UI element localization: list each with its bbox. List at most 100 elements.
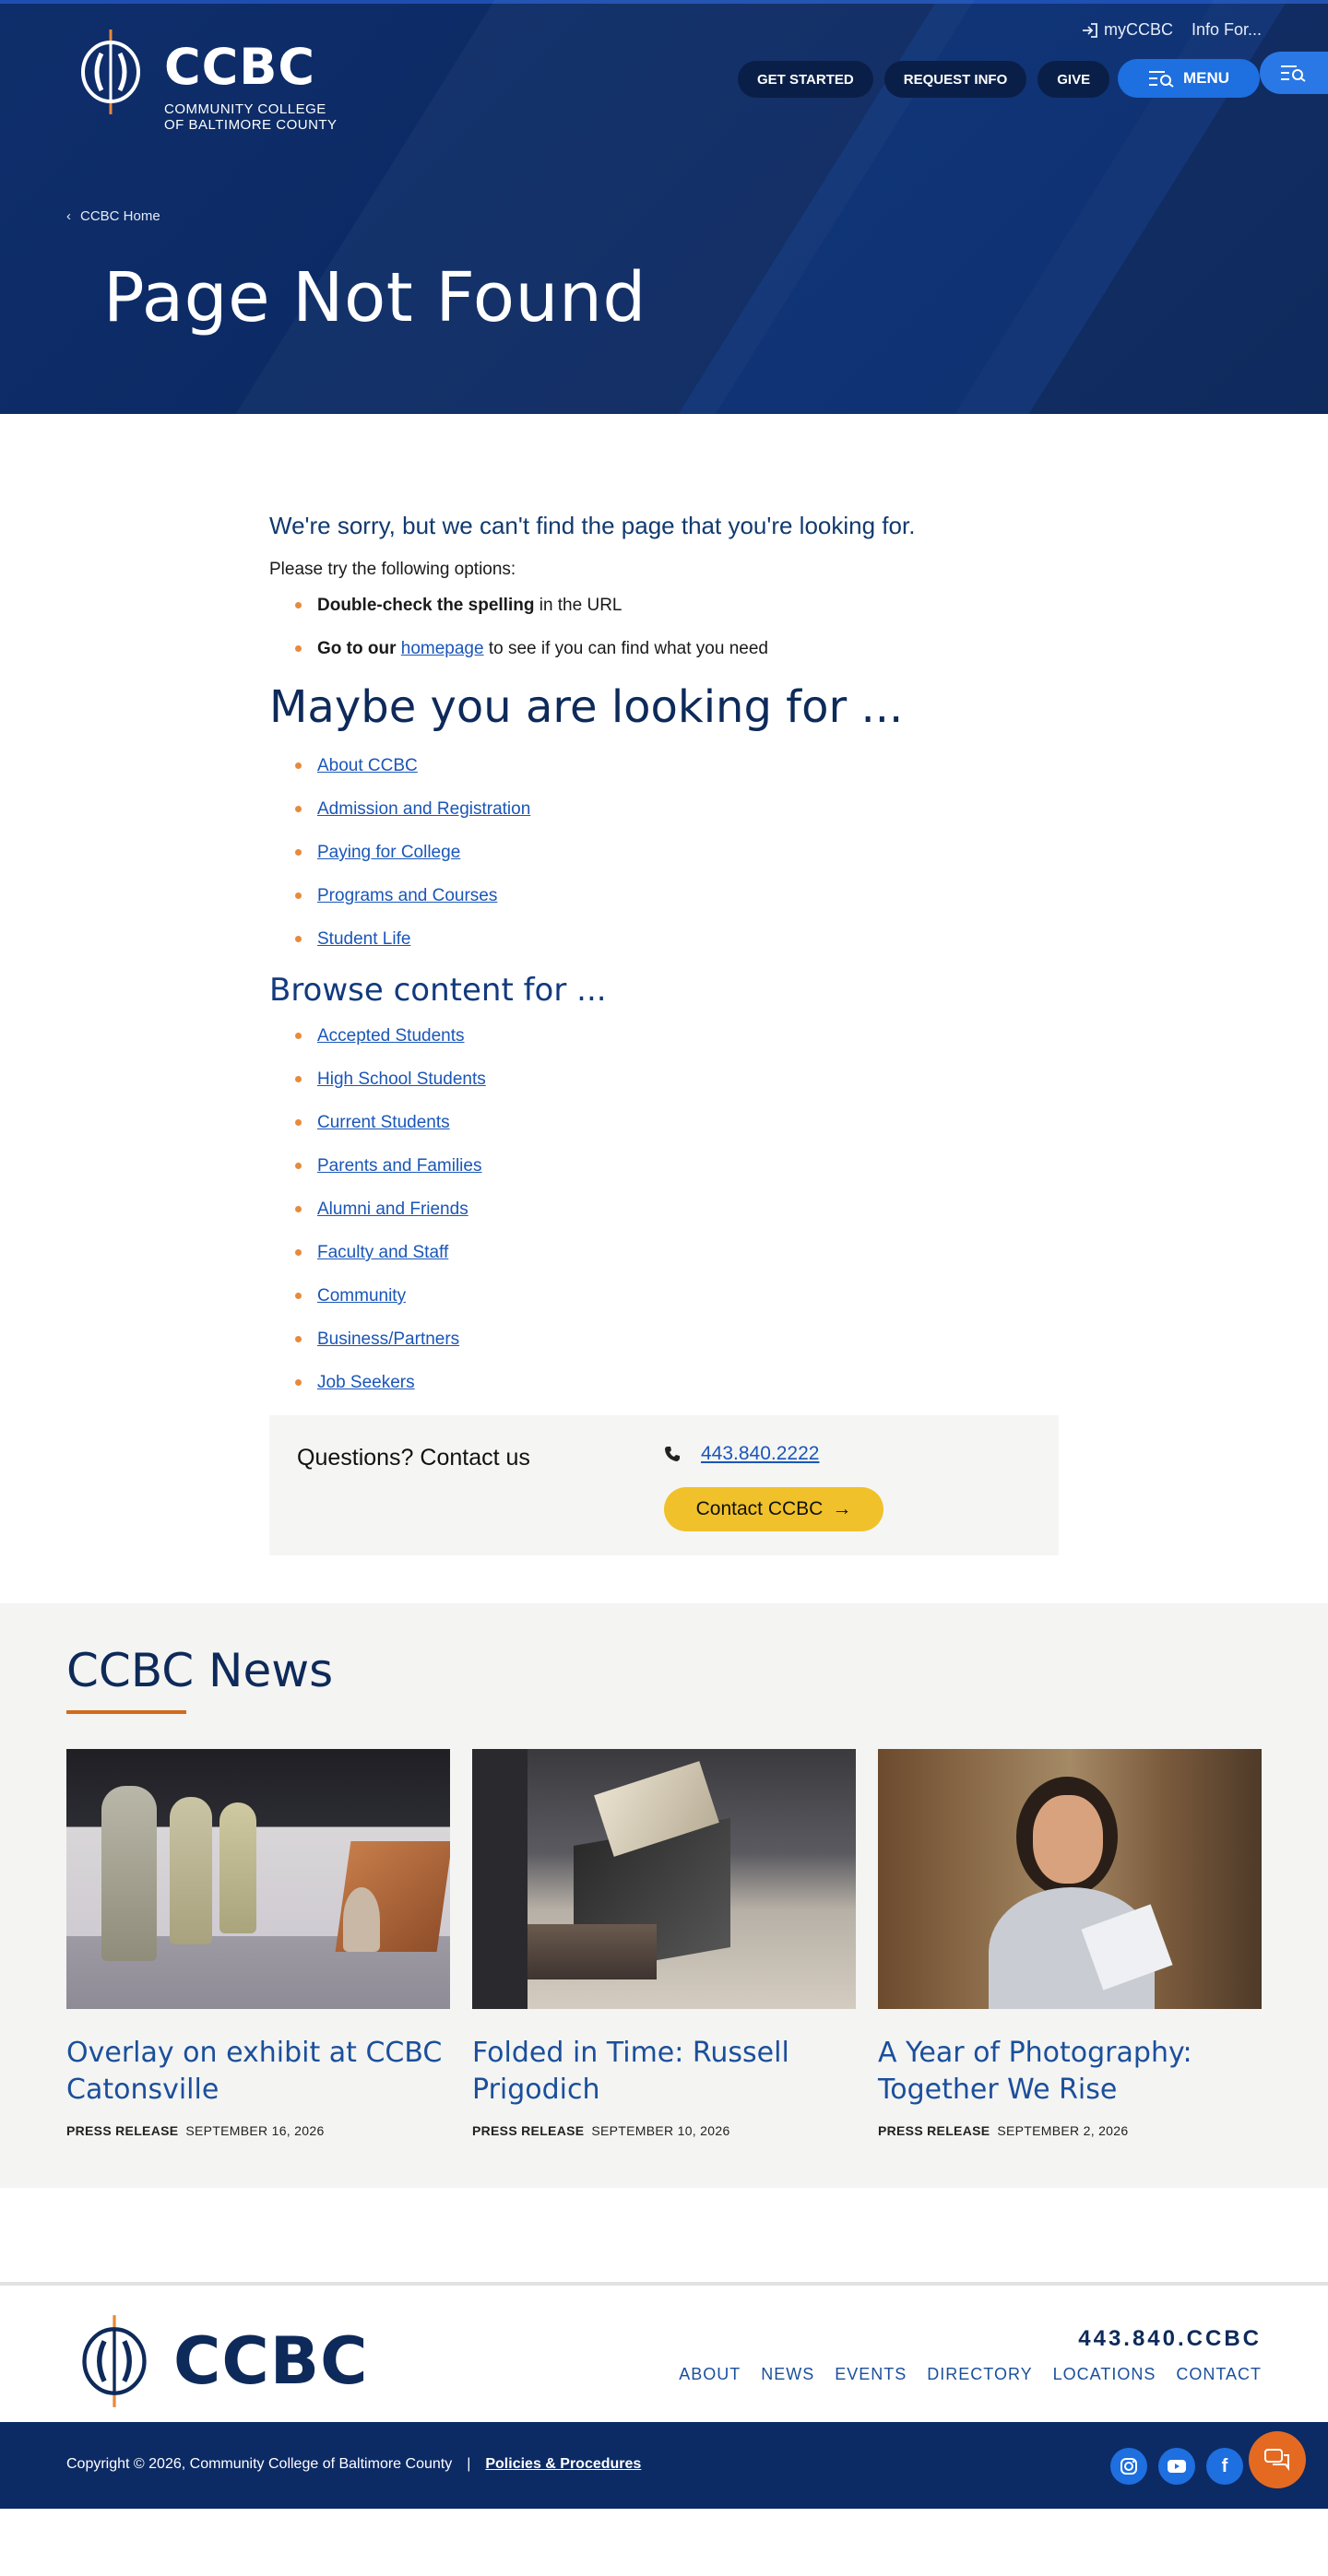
give-button[interactable]: GIVE bbox=[1038, 61, 1110, 98]
contact-phone-link[interactable]: 443.840.2222 bbox=[701, 1443, 819, 1465]
link-faculty-staff[interactable]: Faculty and Staff bbox=[317, 1243, 448, 1262]
list-item: Current Students bbox=[269, 1112, 1059, 1133]
chevron-left-icon: ‹ bbox=[66, 208, 71, 224]
get-started-button[interactable]: GET STARTED bbox=[738, 61, 873, 98]
link-about-ccbc[interactable]: About CCBC bbox=[317, 756, 418, 775]
news-image-student bbox=[878, 1749, 1262, 2009]
news-date: SEPTEMBER 16, 2026 bbox=[185, 2123, 325, 2138]
ccbc-logo-mark-icon bbox=[82, 2315, 147, 2407]
link-accepted-students[interactable]: Accepted Students bbox=[317, 1026, 465, 1046]
news-card[interactable]: A Year of Photography: Together We Rise … bbox=[878, 1749, 1262, 2138]
footer-logo-link[interactable]: CCBC bbox=[66, 2313, 368, 2409]
list-item: Alumni and Friends bbox=[269, 1199, 1059, 1220]
footer-link-news[interactable]: NEWS bbox=[761, 2365, 814, 2384]
menu-search-icon bbox=[1281, 65, 1306, 82]
logo-wordmark: CCBC bbox=[164, 38, 316, 96]
phone-icon bbox=[665, 1447, 680, 1461]
option-text: to see if you can find what you need bbox=[483, 639, 768, 658]
link-job-seekers[interactable]: Job Seekers bbox=[317, 1373, 415, 1392]
contact-phone: 443.840.2222 bbox=[664, 1443, 819, 1465]
option-text: in the URL bbox=[534, 596, 622, 615]
news-meta: PRESS RELEASE SEPTEMBER 10, 2026 bbox=[472, 2123, 856, 2138]
link-alumni-friends[interactable]: Alumni and Friends bbox=[317, 1199, 468, 1219]
footer-link-directory[interactable]: DIRECTORY bbox=[927, 2365, 1032, 2384]
footer-logo-wordmark: CCBC bbox=[173, 2323, 369, 2399]
sign-in-icon bbox=[1082, 22, 1097, 38]
menu-search-icon bbox=[1148, 71, 1174, 88]
link-admission-registration[interactable]: Admission and Registration bbox=[317, 799, 530, 819]
news-title: A Year of Photography: Together We Rise bbox=[878, 2037, 1192, 2106]
option-bold-text: Go to our bbox=[317, 639, 401, 658]
my-ccbc-link[interactable]: myCCBC bbox=[1082, 20, 1173, 40]
list-item: About CCBC bbox=[269, 755, 1059, 776]
link-parents-families[interactable]: Parents and Families bbox=[317, 1156, 481, 1176]
info-for-link[interactable]: Info For... bbox=[1192, 20, 1262, 40]
list-item: Student Life bbox=[269, 928, 1059, 950]
copyright-text: Copyright © 2026, Community College of B… bbox=[66, 2456, 453, 2472]
footer-link-events[interactable]: EVENTS bbox=[835, 2365, 907, 2384]
maybe-links-list: About CCBC Admission and Registration Pa… bbox=[269, 755, 1059, 950]
news-meta: PRESS RELEASE SEPTEMBER 16, 2026 bbox=[66, 2123, 450, 2138]
list-item: Job Seekers bbox=[269, 1372, 1059, 1393]
link-student-life[interactable]: Student Life bbox=[317, 929, 410, 949]
menu-label: MENU bbox=[1182, 69, 1230, 87]
homepage-link[interactable]: homepage bbox=[401, 639, 484, 658]
logo-subtitle-line2: OF BALTIMORE COUNTY bbox=[164, 117, 338, 133]
news-card[interactable]: Overlay on exhibit at CCBC Catonsville P… bbox=[66, 1749, 450, 2138]
maybe-looking-heading: Maybe you are looking for ... bbox=[269, 681, 904, 733]
facebook-icon[interactable]: f bbox=[1206, 2448, 1243, 2485]
footer-phone-link[interactable]: 443.840.CCBC bbox=[1078, 2326, 1262, 2352]
option-bold-text: Double-check the spelling bbox=[317, 596, 535, 615]
link-high-school-students[interactable]: High School Students bbox=[317, 1069, 486, 1089]
browse-links-list: Accepted Students High School Students C… bbox=[269, 1025, 1059, 1393]
breadcrumb-label: CCBC Home bbox=[80, 208, 160, 224]
browse-content-heading: Browse content for ... bbox=[269, 972, 607, 1009]
link-business-partners[interactable]: Business/Partners bbox=[317, 1329, 459, 1349]
my-ccbc-label: myCCBC bbox=[1103, 20, 1173, 39]
page-title: Page Not Found bbox=[103, 258, 646, 337]
contact-box: Questions? Contact us 443.840.2222 Conta… bbox=[269, 1415, 1059, 1555]
list-item: Parents and Families bbox=[269, 1155, 1059, 1176]
chat-button[interactable] bbox=[1249, 2431, 1306, 2488]
error-lead-text: We're sorry, but we can't find the page … bbox=[269, 512, 916, 539]
contact-ccbc-button[interactable]: Contact CCBC → bbox=[664, 1487, 883, 1531]
link-programs-courses[interactable]: Programs and Courses bbox=[317, 886, 497, 905]
logo-subtitle-line1: COMMUNITY COLLEGE bbox=[164, 101, 326, 117]
try-options-text: Please try the following options: bbox=[269, 560, 516, 579]
footer-link-contact[interactable]: CONTACT bbox=[1176, 2365, 1262, 2384]
contact-button-label: Contact CCBC bbox=[695, 1498, 824, 1519]
footer-link-locations[interactable]: LOCATIONS bbox=[1053, 2365, 1156, 2384]
breadcrumb-ccbc-home[interactable]: ‹ CCBC Home bbox=[66, 208, 160, 224]
link-current-students[interactable]: Current Students bbox=[317, 1113, 450, 1132]
header-action-buttons: GET STARTED REQUEST INFO GIVE bbox=[738, 61, 1110, 98]
news-heading: CCBC News bbox=[66, 1644, 334, 1697]
search-menu-tab[interactable] bbox=[1260, 52, 1328, 94]
list-item: Business/Partners bbox=[269, 1329, 1059, 1350]
youtube-icon[interactable] bbox=[1158, 2448, 1195, 2485]
footer-top: CCBC 443.840.CCBC ABOUT NEWS EVENTS DIRE… bbox=[0, 2282, 1328, 2422]
news-title: Overlay on exhibit at CCBC Catonsville bbox=[66, 2037, 443, 2106]
list-item: Faculty and Staff bbox=[269, 1242, 1059, 1263]
news-title: Folded in Time: Russell Prigodich bbox=[472, 2037, 789, 2106]
contact-title: Questions? Contact us bbox=[297, 1445, 530, 1471]
list-item: Community bbox=[269, 1285, 1059, 1306]
news-date: SEPTEMBER 2, 2026 bbox=[997, 2123, 1129, 2138]
link-community[interactable]: Community bbox=[317, 1286, 406, 1306]
main-content: We're sorry, but we can't find the page … bbox=[269, 414, 1059, 1555]
list-item: Go to our homepage to see if you can fin… bbox=[269, 638, 1059, 659]
footer-bottom: Copyright © 2026, Community College of B… bbox=[0, 2422, 1328, 2509]
policies-procedures-link[interactable]: Policies & Procedures bbox=[485, 2456, 641, 2473]
instagram-icon[interactable] bbox=[1110, 2448, 1147, 2485]
social-links: f bbox=[1110, 2448, 1243, 2485]
menu-button[interactable]: MENU bbox=[1118, 59, 1260, 98]
news-type: PRESS RELEASE bbox=[878, 2123, 990, 2138]
list-item: High School Students bbox=[269, 1069, 1059, 1090]
footer-link-about[interactable]: ABOUT bbox=[679, 2365, 741, 2384]
news-card[interactable]: Folded in Time: Russell Prigodich PRESS … bbox=[472, 1749, 856, 2138]
link-paying-for-college[interactable]: Paying for College bbox=[317, 843, 460, 862]
news-meta: PRESS RELEASE SEPTEMBER 2, 2026 bbox=[878, 2123, 1262, 2138]
list-item: Admission and Registration bbox=[269, 798, 1059, 820]
ccbc-logo-link[interactable]: CCBC COMMUNITY COLLEGE OF BALTIMORE COUN… bbox=[66, 28, 338, 133]
news-image-exhibit bbox=[66, 1749, 450, 2009]
request-info-button[interactable]: REQUEST INFO bbox=[883, 61, 1027, 98]
